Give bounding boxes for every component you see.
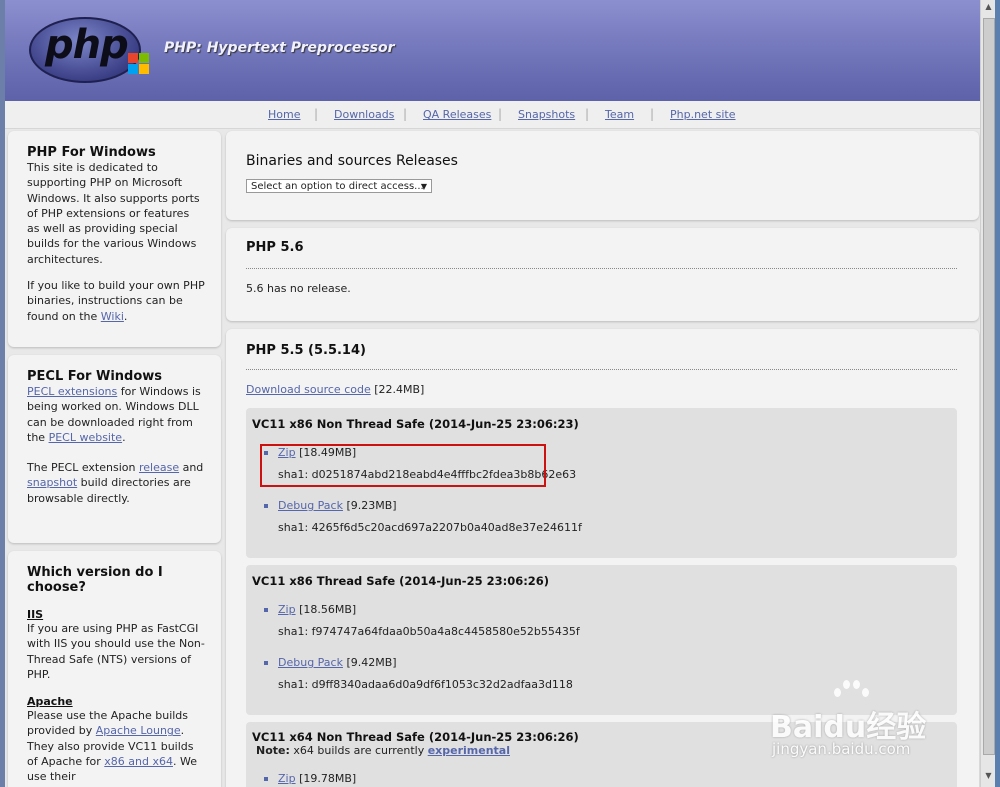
nav-team-link[interactable]: Team: [605, 108, 634, 121]
pecl-extensions-link[interactable]: PECL extensions: [27, 385, 117, 398]
debug-pack-download: Debug Pack [9.23MB]: [278, 499, 397, 512]
x86-x64-link[interactable]: x86 and x64: [104, 755, 173, 768]
iis-text: If you are using PHP as FastCGI with IIS…: [27, 622, 205, 681]
sidebar-windows-wiki-text: If you like to build your own PHP binari…: [27, 279, 205, 323]
sidebar-windows-title: PHP For Windows: [27, 145, 156, 160]
window-frame: [995, 0, 1000, 787]
vertical-scrollbar[interactable]: ▲ ▼: [980, 0, 996, 787]
nav-downloads-link[interactable]: Downloads: [334, 108, 394, 121]
debug-pack-download: Debug Pack [9.42MB]: [278, 656, 397, 669]
scroll-down-icon[interactable]: ▼: [983, 771, 994, 783]
sidebar-pecl-dirs-text: The PECL extension release and snapshot …: [27, 461, 204, 505]
sidebar-which-version-box: Which version do I choose? IIS If you ar…: [8, 551, 221, 787]
highlight-box: [260, 444, 546, 487]
baidu-url: jingyan.baidu.com: [772, 740, 911, 758]
scroll-up-icon[interactable]: ▲: [983, 2, 994, 14]
build-title: VC11 x64 Non Thread Safe (2014-Jun-25 23…: [252, 730, 579, 744]
nav-separator: |: [314, 107, 319, 121]
nav-separator: |: [498, 107, 503, 121]
divider: [246, 369, 957, 370]
iis-heading: IIS: [27, 608, 44, 621]
php55-title: PHP 5.5 (5.5.14): [246, 343, 366, 358]
dropdown-arrow-icon: ▼: [420, 182, 427, 191]
debug-pack-link[interactable]: Debug Pack: [278, 656, 343, 669]
apache-lounge-link[interactable]: Apache Lounge: [96, 724, 181, 737]
pecl-snapshot-link[interactable]: snapshot: [27, 476, 77, 489]
top-navigation: Home | Downloads | QA Releases | Snapsho…: [5, 101, 980, 129]
nav-phpnet-link[interactable]: Php.net site: [670, 108, 736, 121]
zip-download: Zip [19.78MB]: [278, 772, 357, 785]
sidebar-windows-intro: This site is dedicated to supporting PHP…: [27, 161, 200, 266]
zip-link[interactable]: Zip: [278, 603, 296, 616]
php56-title: PHP 5.6: [246, 240, 304, 255]
nav-separator: |: [403, 107, 408, 121]
bullet-icon: [264, 777, 268, 781]
pecl-release-link[interactable]: release: [139, 461, 179, 474]
source-download: Download source code [22.4MB]: [246, 383, 425, 396]
zip-sha1: sha1: f974747a64fdaa0b50a4a8c4458580e52b…: [278, 625, 580, 638]
experimental-link[interactable]: experimental: [428, 744, 510, 757]
apache-heading: Apache: [27, 695, 73, 709]
debug-pack-sha1: sha1: 4265f6d5c20acd697a2207b0a40ad8e37e…: [278, 521, 582, 534]
direct-access-select[interactable]: Select an option to direct access... ▼: [246, 179, 432, 193]
site-header: php PHP: Hypertext Preprocessor: [5, 0, 980, 101]
wiki-link[interactable]: Wiki: [101, 310, 124, 323]
nav-separator: |: [650, 107, 655, 121]
bullet-icon: [264, 661, 268, 665]
download-source-link[interactable]: Download source code: [246, 383, 371, 396]
bullet-icon: [264, 608, 268, 612]
sidebar-which-title: Which version do I choose?: [27, 565, 163, 595]
zip-link[interactable]: Zip: [278, 772, 296, 785]
windows-flag-icon: [128, 53, 150, 75]
zip-download: Zip [18.56MB]: [278, 603, 357, 616]
php-logo-text: php: [45, 22, 129, 68]
php56-note: 5.6 has no release.: [246, 282, 351, 295]
browser-viewport: php PHP: Hypertext Preprocessor Home | D…: [5, 0, 980, 787]
build-title: VC11 x86 Thread Safe (2014-Jun-25 23:06:…: [252, 574, 550, 588]
scrollbar-thumb[interactable]: [983, 18, 995, 755]
build-title: VC11 x86 Non Thread Safe (2014-Jun-25 23…: [252, 417, 579, 431]
sidebar-pecl-title: PECL For Windows: [27, 369, 163, 384]
sidebar-pecl-box: PECL For Windows PECL extensions for Win…: [8, 355, 221, 543]
divider: [246, 268, 957, 269]
apache-text: Please use the Apache builds provided by…: [27, 709, 197, 784]
x64-note: Note: x64 builds are currently experimen…: [256, 744, 510, 757]
nav-separator: |: [585, 107, 590, 121]
nav-qa-releases-link[interactable]: QA Releases: [423, 108, 491, 121]
site-title: PHP: Hypertext Preprocessor: [164, 40, 395, 56]
baidu-watermark: Baidu经验 jingyan.baidu.com: [770, 680, 970, 768]
debug-pack-link[interactable]: Debug Pack: [278, 499, 343, 512]
nav-home-link[interactable]: Home: [268, 108, 300, 121]
sidebar-pecl-text: PECL extensions for Windows is being wor…: [27, 385, 201, 444]
php56-box: PHP 5.6 5.6 has no release.: [226, 228, 979, 321]
sidebar-windows-box: PHP For Windows This site is dedicated t…: [8, 131, 221, 347]
nav-snapshots-link[interactable]: Snapshots: [518, 108, 575, 121]
pecl-website-link[interactable]: PECL website: [49, 431, 123, 444]
releases-title: Binaries and sources Releases: [246, 153, 458, 169]
debug-pack-sha1: sha1: d9ff8340adaa6d0a9df6f1053c32d2adfa…: [278, 678, 573, 691]
bullet-icon: [264, 504, 268, 508]
releases-box: Binaries and sources Releases Select an …: [226, 131, 979, 220]
